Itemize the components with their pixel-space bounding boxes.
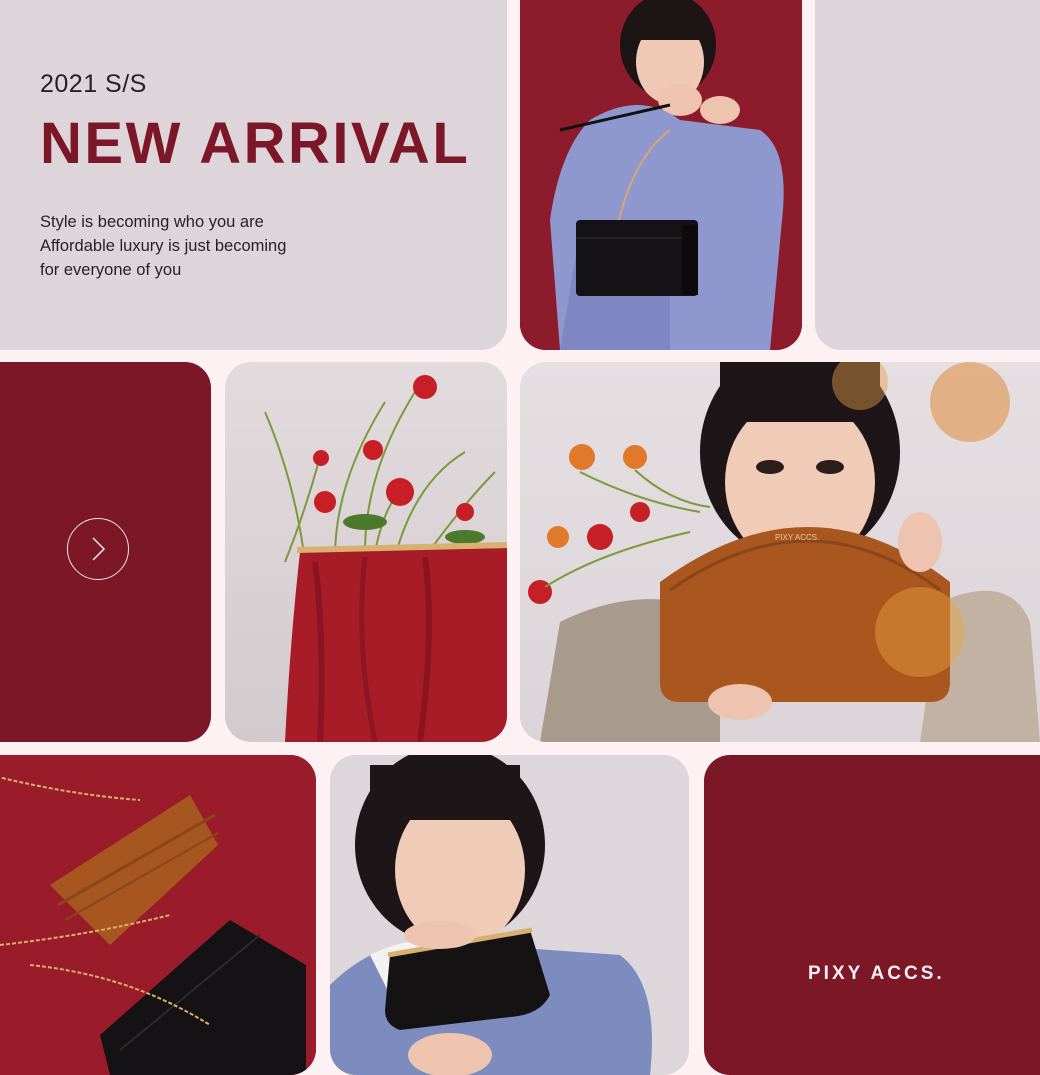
next-button[interactable] <box>67 518 129 580</box>
photo-model-brown-bag: PIXY ACCS. <box>520 362 1040 742</box>
photo-model-clutch <box>330 755 689 1075</box>
tagline-line: for everyone of you <box>40 261 182 279</box>
tagline-line: Style is becoming who you are <box>40 213 264 231</box>
tagline: Style is becoming who you are Affordable… <box>40 210 286 282</box>
flower-bag-image <box>264 375 507 742</box>
photo-wallets <box>0 755 316 1075</box>
wallets-image <box>0 755 316 1075</box>
blank-card <box>815 0 1040 350</box>
model-brown-bag-image: PIXY ACCS. <box>528 362 1040 742</box>
headline: NEW ARRIVAL <box>40 111 471 176</box>
brand-card: PIXY ACCS. <box>704 755 1040 1075</box>
tagline-line: Affordable luxury is just becoming <box>40 237 287 255</box>
model-bag-image <box>520 0 802 350</box>
photo-flower-bag <box>225 362 507 742</box>
model-clutch-image <box>330 755 689 1075</box>
brand-logo: PIXY ACCS. <box>808 963 945 984</box>
arrow-card <box>0 362 211 742</box>
bag-logo: PIXY ACCS. <box>775 533 819 542</box>
photo-model-bag <box>520 0 802 350</box>
hero-card: 2021 S/S NEW ARRIVAL Style is becoming w… <box>0 0 507 350</box>
chevron-right-icon <box>92 537 106 561</box>
season-label: 2021 S/S <box>40 70 147 98</box>
